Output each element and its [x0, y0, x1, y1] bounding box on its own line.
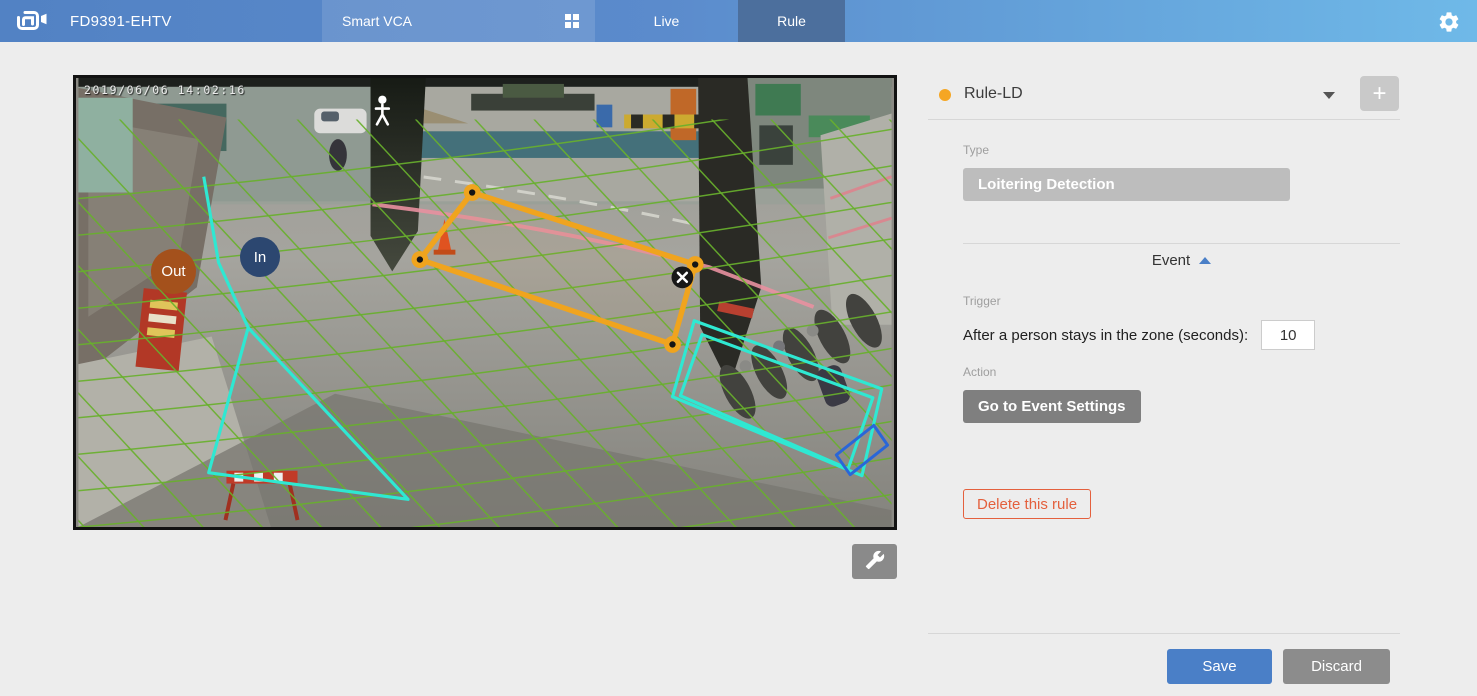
top-bar: FD9391-EHTV Smart VCA Live Rule — [0, 0, 1477, 42]
tab-live[interactable]: Live — [595, 0, 738, 42]
go-to-event-settings-button[interactable]: Go to Event Settings — [963, 390, 1141, 423]
type-label: Type — [963, 143, 989, 157]
zone-delete-icon[interactable] — [672, 266, 694, 288]
trigger-label: Trigger — [963, 294, 1001, 308]
camera-preview: 2019/06/06 14:02:16 Out In — [73, 75, 897, 530]
settings-gear-icon[interactable] — [1437, 10, 1461, 34]
app-tab-smart-vca[interactable]: Smart VCA — [322, 0, 595, 42]
type-value-field: Loitering Detection — [963, 168, 1290, 201]
direction-badge-in: In — [240, 237, 280, 277]
drawing-tools-button[interactable] — [852, 544, 897, 579]
discard-button[interactable]: Discard — [1283, 649, 1390, 684]
rule-dropdown-caret-icon[interactable] — [1323, 92, 1335, 99]
rule-name: Rule-LD — [964, 85, 1023, 103]
event-section-label: Event — [1152, 252, 1190, 269]
delete-rule-button[interactable]: Delete this rule — [963, 489, 1091, 519]
app-name: Smart VCA — [342, 13, 412, 29]
rule-settings-panel: Rule-LD + Type Loitering Detection Event… — [897, 42, 1477, 696]
add-rule-button[interactable]: + — [1360, 76, 1399, 111]
brand-logo-icon — [13, 8, 51, 39]
video-timestamp: 2019/06/06 14:02:16 — [84, 83, 246, 97]
divider — [963, 243, 1400, 244]
zone-vertex-handle[interactable] — [411, 251, 428, 268]
event-section-toggle[interactable]: Event — [963, 252, 1400, 269]
trigger-row: After a person stays in the zone (second… — [963, 320, 1315, 350]
app-grid-icon[interactable] — [565, 14, 579, 28]
divider — [928, 119, 1400, 120]
action-label: Action — [963, 365, 996, 379]
direction-badge-out: Out — [151, 249, 196, 294]
tab-rule[interactable]: Rule — [738, 0, 845, 42]
device-name: FD9391-EHTV — [70, 0, 172, 42]
chevron-up-icon — [1199, 257, 1211, 264]
zone-vertex-handle[interactable] — [664, 336, 681, 353]
save-button[interactable]: Save — [1167, 649, 1272, 684]
wrench-icon — [865, 550, 885, 573]
trigger-description: After a person stays in the zone (second… — [963, 327, 1248, 344]
rule-color-dot — [939, 89, 951, 101]
camera-scene — [76, 78, 894, 527]
zone-vertex-handle[interactable] — [464, 184, 481, 201]
seconds-input[interactable] — [1261, 320, 1315, 350]
divider — [928, 633, 1400, 634]
